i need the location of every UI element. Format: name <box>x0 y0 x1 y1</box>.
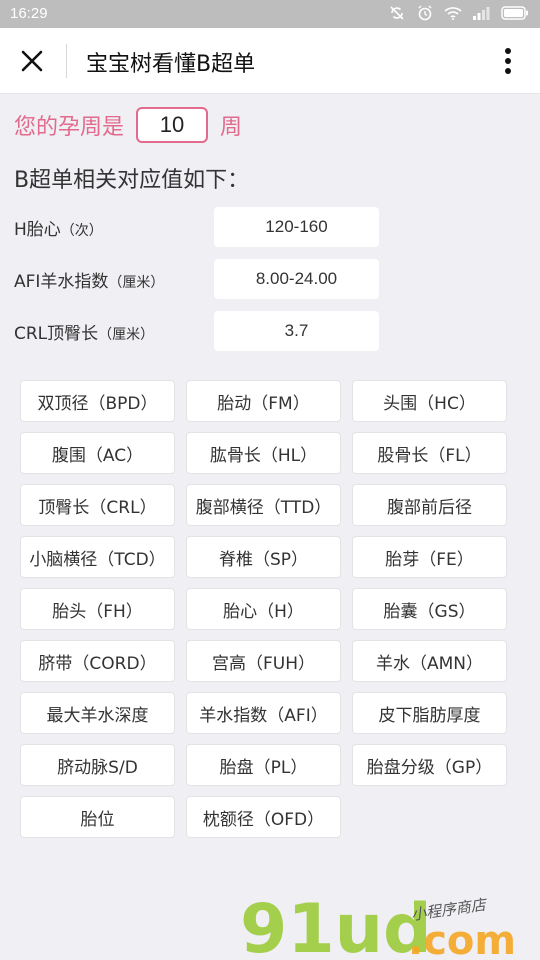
metric-button-fat[interactable]: 皮下脂肪厚度 <box>352 692 507 734</box>
metric-button-bpd[interactable]: 双顶径（BPD） <box>20 380 175 422</box>
section-title: B超单相关对应值如下： <box>14 168 250 193</box>
metric-button-max-depth[interactable]: 最大羊水深度 <box>20 692 175 734</box>
value-unit: （次） <box>60 222 103 239</box>
nav-divider <box>66 44 67 78</box>
watermark-logo: 91ud .com 小程序商店 <box>240 890 516 960</box>
week-row: 您的孕周是 周 <box>14 106 242 144</box>
metric-button-h[interactable]: 胎心（H） <box>186 588 341 630</box>
value-label-text: AFI羊水指数 <box>14 271 109 292</box>
value-unit: （厘米） <box>98 326 155 343</box>
metric-button-fh[interactable]: 胎头（FH） <box>20 588 175 630</box>
metric-button-gp[interactable]: 胎盘分级（GP） <box>352 744 507 786</box>
nav-bar: 宝宝树看懂B超单 <box>0 28 540 94</box>
svg-text:.com: .com <box>408 918 516 960</box>
close-icon <box>21 50 43 72</box>
value-label: CRL顶臀长（厘米） <box>14 319 214 344</box>
svg-text:91ud: 91ud <box>240 890 432 960</box>
metric-button-pl[interactable]: 胎盘（PL） <box>186 744 341 786</box>
value-box: 120-160 <box>214 207 379 247</box>
metric-button-amn[interactable]: 羊水（AMN） <box>352 640 507 682</box>
value-box: 8.00-24.00 <box>214 259 379 299</box>
metric-button-ofd[interactable]: 枕额径（OFD） <box>186 796 341 838</box>
status-time: 16:29 <box>10 5 48 22</box>
metric-button-crl[interactable]: 顶臀长（CRL） <box>20 484 175 526</box>
metric-button-afi[interactable]: 羊水指数（AFI） <box>186 692 341 734</box>
value-unit: （厘米） <box>108 274 165 291</box>
wifi-icon <box>444 4 462 22</box>
metric-button-sd[interactable]: 脐动脉S/D <box>20 744 175 786</box>
value-label-text: CRL顶臀长 <box>14 323 99 344</box>
week-prefix: 您的孕周是 <box>14 115 125 140</box>
metric-button-fuh[interactable]: 宫高（FUH） <box>186 640 341 682</box>
value-row-crl: CRL顶臀长（厘米） 3.7 <box>14 311 384 351</box>
watermark: 91ud .com 小程序商店 <box>240 880 540 960</box>
metric-button-tcd[interactable]: 小脑横径（TCD） <box>20 536 175 578</box>
metric-button-cord[interactable]: 脐带（CORD） <box>20 640 175 682</box>
metric-button-fm[interactable]: 胎动（FM） <box>186 380 341 422</box>
metric-button-sp[interactable]: 脊椎（SP） <box>186 536 341 578</box>
battery-icon <box>500 4 530 22</box>
value-label: H胎心（次） <box>14 215 214 240</box>
metric-button-apd[interactable]: 腹部前后径 <box>352 484 507 526</box>
value-label-text: H胎心 <box>14 219 61 240</box>
more-vertical-icon <box>505 48 511 74</box>
more-button[interactable] <box>490 43 526 79</box>
sync-off-icon <box>388 4 406 22</box>
metric-button-fl[interactable]: 股骨长（FL） <box>352 432 507 474</box>
signal-icon <box>472 4 490 22</box>
metric-button-grid: 双顶径（BPD） 胎动（FM） 头围（HC） 腹围（AC） 肱骨长（HL） 股骨… <box>20 380 510 838</box>
metric-button-hl[interactable]: 肱骨长（HL） <box>186 432 341 474</box>
value-label: AFI羊水指数（厘米） <box>14 267 214 292</box>
value-box: 3.7 <box>214 311 379 351</box>
alarm-icon <box>416 4 434 22</box>
metric-button-hc[interactable]: 头围（HC） <box>352 380 507 422</box>
metric-button-ttd[interactable]: 腹部横径（TTD） <box>186 484 341 526</box>
metric-button-ac[interactable]: 腹围（AC） <box>20 432 175 474</box>
value-row-afi: AFI羊水指数（厘米） 8.00-24.00 <box>14 259 384 299</box>
week-suffix: 周 <box>220 115 243 140</box>
status-icons <box>388 4 530 22</box>
status-bar: 16:29 <box>0 0 540 28</box>
metric-button-gs[interactable]: 胎囊（GS） <box>352 588 507 630</box>
page-title: 宝宝树看懂B超单 <box>86 52 256 77</box>
week-input[interactable] <box>136 107 209 143</box>
metric-button-fe[interactable]: 胎芽（FE） <box>352 536 507 578</box>
value-row-heart: H胎心（次） 120-160 <box>14 207 384 247</box>
close-button[interactable] <box>14 43 50 79</box>
metric-button-position[interactable]: 胎位 <box>20 796 175 838</box>
